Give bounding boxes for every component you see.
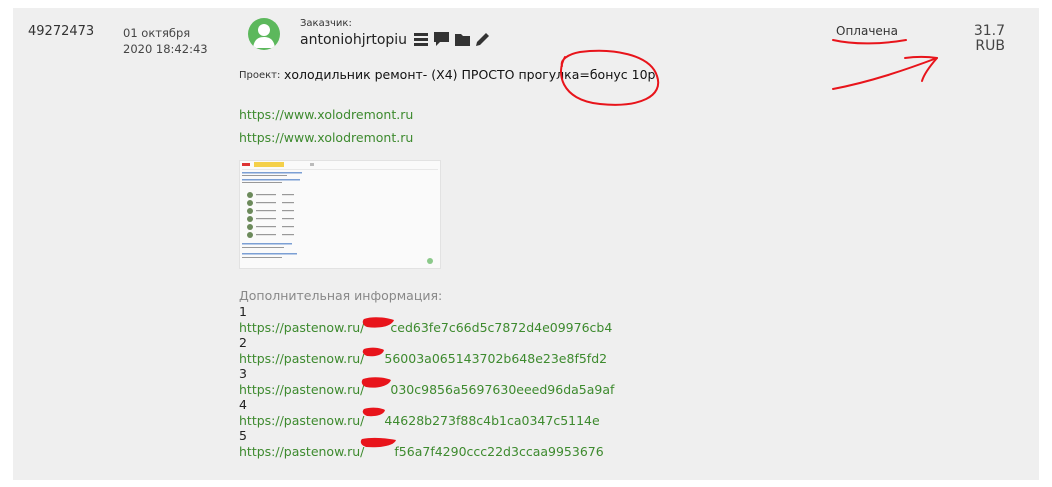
- redaction-mark: [361, 377, 391, 388]
- redaction-mark: [362, 407, 385, 417]
- annotation-underline: [832, 39, 907, 45]
- annotation-arrow-shaft: [832, 57, 938, 90]
- redaction-mark: [360, 437, 396, 448]
- redaction-mark: [362, 317, 394, 328]
- annotation-layer: [360, 39, 938, 448]
- annotation-circle: [560, 49, 660, 106]
- redaction-mark: [362, 347, 384, 357]
